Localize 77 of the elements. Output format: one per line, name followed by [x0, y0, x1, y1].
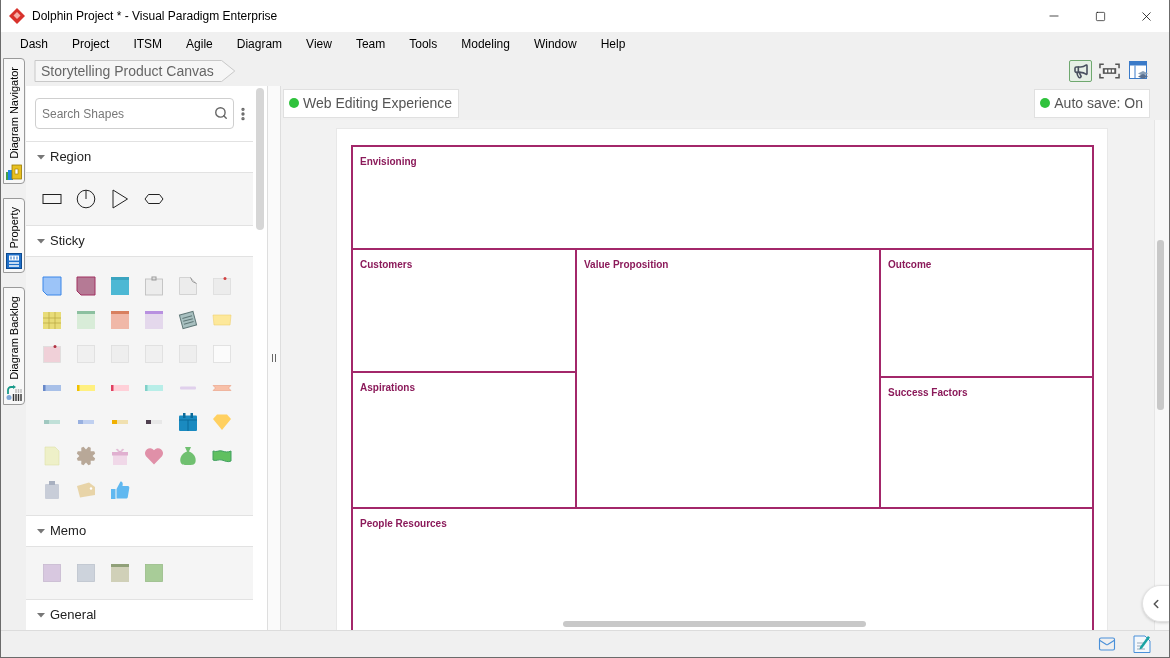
memo-note-icon[interactable] [76, 563, 96, 583]
scrollbar-thumb[interactable] [563, 621, 866, 627]
menu-item[interactable]: Diagram [224, 32, 295, 56]
view-tab[interactable]: Web Editing Experience [283, 88, 460, 118]
section-header[interactable]: Memo [26, 515, 253, 547]
toolbar-button[interactable] [1127, 60, 1150, 82]
maximize-icon [1094, 10, 1106, 22]
megaphone-icon [1072, 63, 1089, 79]
gear-icon[interactable] [76, 446, 96, 466]
region-label: Aspirations [360, 381, 415, 395]
grid-note-icon[interactable] [42, 310, 62, 330]
menu-item[interactable]: Dash [8, 32, 60, 56]
sticky-note-icon[interactable] [110, 310, 130, 330]
sticky-note-icon[interactable] [110, 276, 130, 296]
region-label: Value Proposition [584, 258, 669, 272]
side-tab[interactable]: Diagram Backlog [3, 287, 25, 406]
side-tab[interactable]: Property [3, 197, 25, 274]
tag-icon[interactable] [76, 480, 96, 500]
folded-note-icon[interactable] [42, 276, 62, 296]
document-icon[interactable] [42, 446, 62, 466]
region-label: Customers [360, 258, 413, 272]
memo-note-icon[interactable] [144, 563, 164, 583]
books-icon [6, 163, 22, 180]
menu-item[interactable]: Window [521, 32, 589, 56]
menu-item[interactable]: Team [343, 32, 398, 56]
menu-item[interactable]: Agile [174, 32, 225, 56]
calendar-icon[interactable] [178, 412, 198, 432]
menu-item[interactable]: Tools [397, 32, 450, 56]
form-icon [6, 253, 22, 270]
memo-note-icon[interactable] [42, 563, 62, 583]
folded-note-icon[interactable] [76, 276, 96, 296]
auto-save-status[interactable]: Auto save: On [1034, 88, 1150, 118]
region-label: Outcome [888, 258, 932, 272]
search-field[interactable]: Search Shapes [35, 98, 234, 129]
layout-icon [1128, 61, 1149, 81]
toolbar-button[interactable] [1069, 60, 1092, 82]
clipped-note-icon[interactable] [144, 276, 164, 296]
diamond-icon[interactable] [212, 412, 232, 432]
pinned-note-icon[interactable] [212, 276, 232, 296]
mail-icon[interactable] [1097, 635, 1117, 653]
curled-note-icon[interactable] [178, 276, 198, 296]
section-header[interactable]: Sticky [26, 225, 253, 257]
note-edit-icon[interactable] [1133, 635, 1151, 653]
splitter-grip-icon[interactable] [272, 354, 276, 362]
status-dot-icon [1040, 98, 1051, 108]
menu-item[interactable]: View [294, 32, 344, 56]
fit-frame-icon [1099, 63, 1120, 79]
heart-icon[interactable] [144, 446, 164, 466]
menu-item[interactable]: Modeling [449, 32, 522, 56]
window-title: Dolphin Project * - Visual Paradigm Enterprise [32, 8, 278, 25]
region-label: Envisioning [360, 155, 417, 169]
triangle-icon[interactable] [110, 189, 130, 209]
search-icon [214, 106, 228, 120]
scrollbar-thumb[interactable] [1157, 240, 1164, 410]
sticky-note-icon[interactable] [76, 310, 96, 330]
clipboard-icon[interactable] [42, 480, 62, 500]
circle-icon[interactable] [76, 189, 96, 209]
side-tab[interactable]: Diagram Navigator [3, 58, 25, 184]
app-logo-icon [9, 8, 25, 24]
thumbs-up-icon[interactable] [110, 480, 130, 500]
scrollbar-thumb[interactable] [256, 88, 264, 230]
menu-item[interactable]: Help [588, 32, 638, 56]
notepad-icon[interactable] [178, 310, 198, 330]
arrow-bars-icon [6, 385, 22, 402]
gift-icon[interactable] [110, 446, 130, 466]
region-label: Success Factors [888, 386, 968, 400]
memo-note-icon[interactable] [110, 563, 130, 583]
status-dot-icon [289, 98, 299, 108]
sticky-note-icon[interactable] [144, 310, 164, 330]
bag-icon[interactable] [178, 446, 198, 466]
menu-item[interactable]: Project [60, 32, 122, 56]
breadcrumb-item[interactable]: Storytelling Product Canvas [34, 60, 236, 82]
pinned-note-icon[interactable] [42, 344, 62, 364]
region-label: People Resources [360, 517, 447, 531]
menu-item[interactable]: ITSM [121, 32, 175, 56]
paper-icon[interactable] [212, 344, 232, 364]
section-header[interactable]: Region [26, 141, 253, 173]
